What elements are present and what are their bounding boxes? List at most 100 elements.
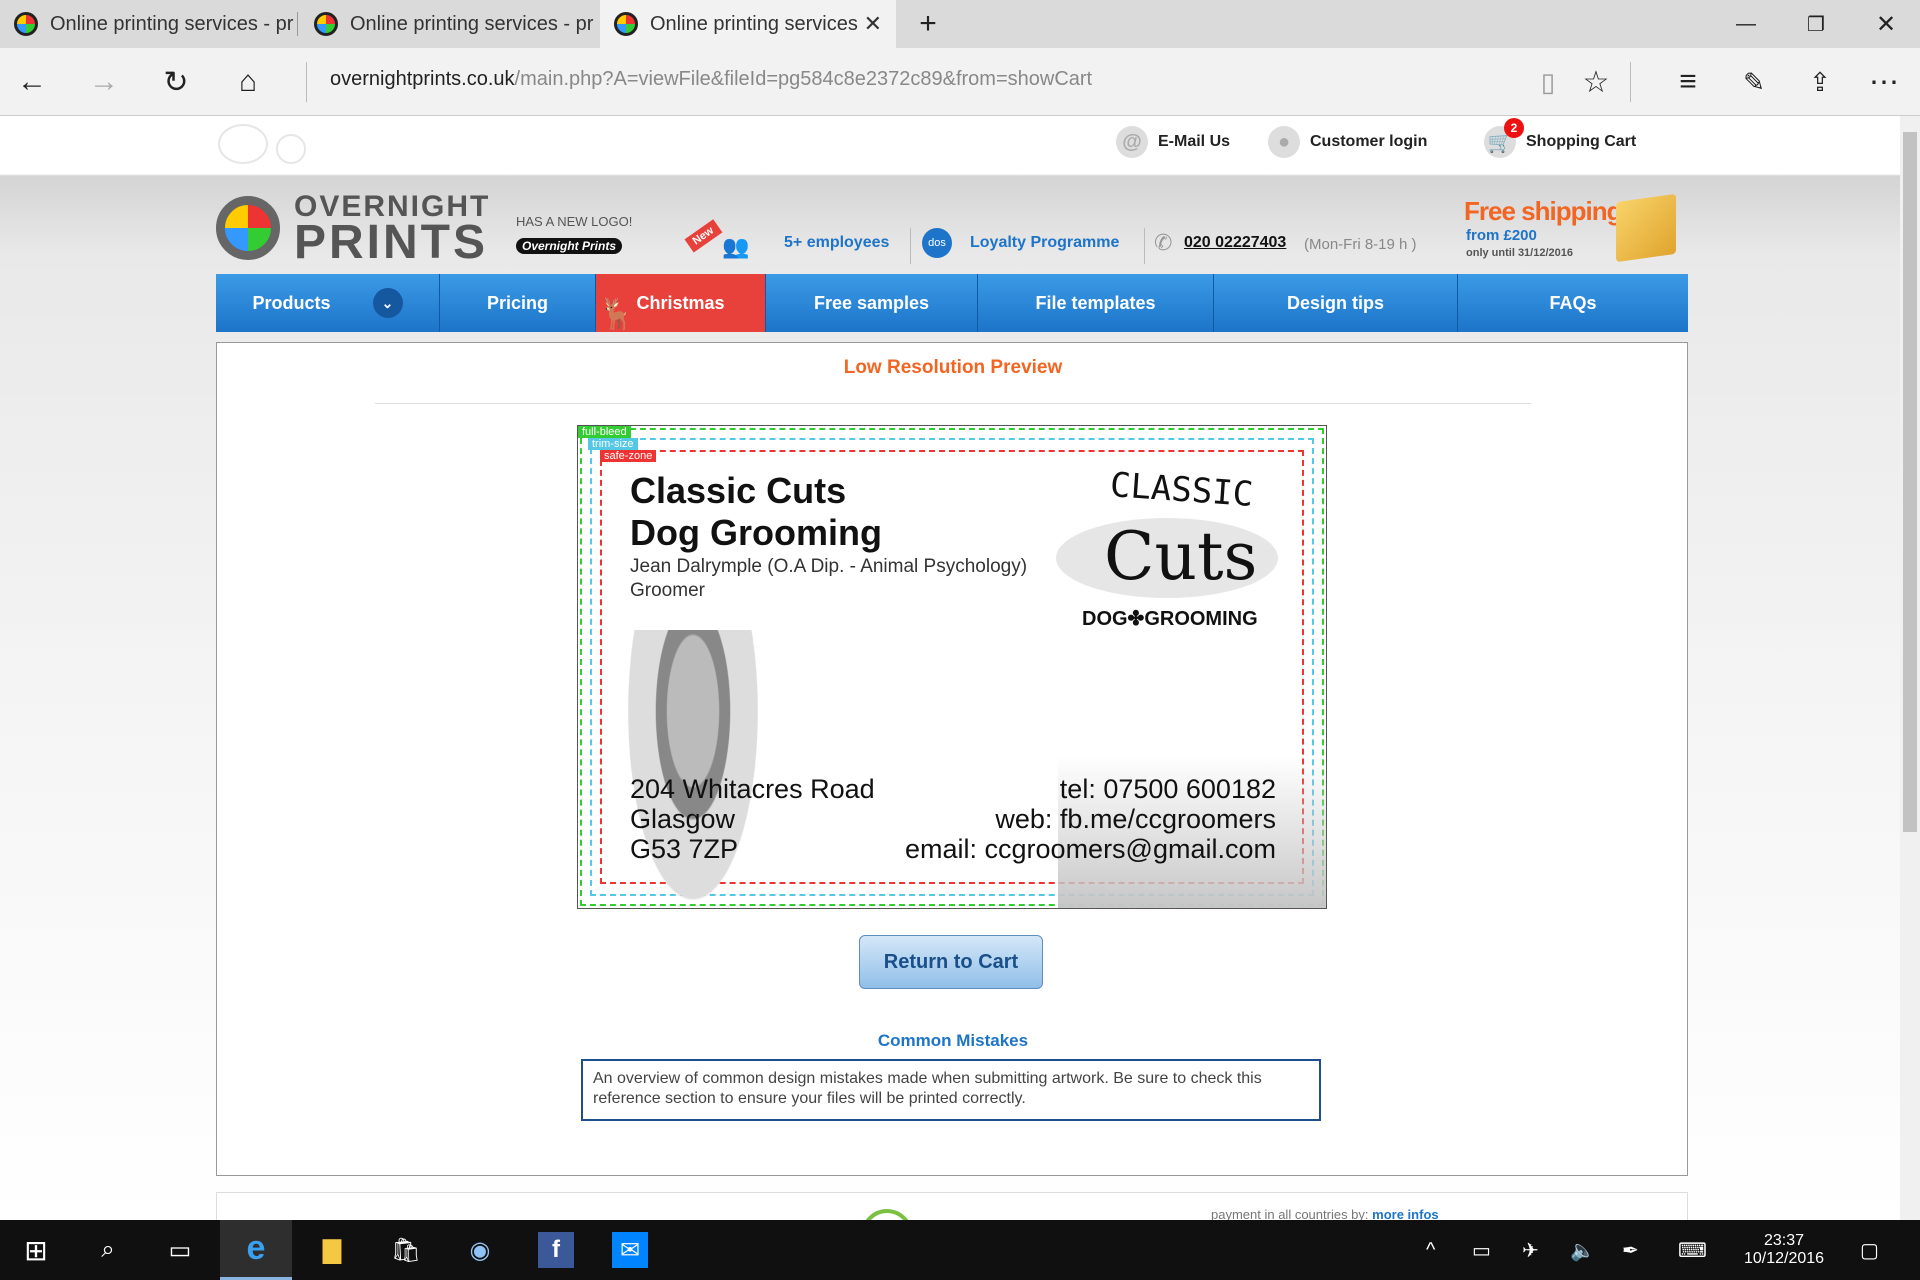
back-icon[interactable]: ← [10, 60, 54, 104]
new-logo-badge: Overnight Prints [516, 238, 623, 254]
card-email: email: ccgroomers@gmail.com [905, 834, 1276, 864]
shopping-cart-link[interactable]: 🛒 2 Shopping Cart [1484, 118, 1636, 158]
employees-link[interactable]: 5+ employees [784, 234, 889, 252]
tab-title: Online printing services - pr [50, 12, 294, 35]
scrollbar-thumb[interactable] [1903, 132, 1917, 832]
business-card-preview: full-bleed trim-size safe-zone Classic C… [577, 425, 1327, 909]
clock[interactable]: 23:37 10/12/2016 [1736, 1220, 1832, 1280]
url-field[interactable]: overnightprints.co.uk/main.php?A=viewFil… [330, 68, 1092, 91]
tab-title: Online printing services - pr [350, 12, 594, 35]
file-explorer-icon[interactable]: ▇ [296, 1220, 368, 1280]
card-title-line2: Dog Grooming [630, 512, 882, 553]
free-shipping-until: only until 31/12/2016 [1466, 247, 1573, 259]
card-title-line1: Classic Cuts [630, 470, 847, 511]
home-icon[interactable]: ⌂ [226, 60, 270, 104]
email-us-link[interactable]: @ E-Mail Us [1116, 126, 1230, 158]
reading-view-icon[interactable]: ▯ [1526, 60, 1570, 104]
refresh-icon[interactable]: ↻ [154, 60, 198, 104]
logo-mark-icon [216, 196, 280, 260]
trim-size-label: trim-size [588, 438, 638, 450]
clock-date: 10/12/2016 [1743, 1250, 1825, 1267]
free-shipping-from: from £200 [1466, 227, 1537, 244]
new-logo-text: HAS A NEW LOGO! [516, 214, 633, 229]
close-window-icon[interactable]: ✕ [1856, 0, 1916, 48]
reindeer-icon: 🦌 [598, 298, 636, 331]
loyalty-icon: dos [922, 228, 952, 258]
task-view-icon[interactable]: ▭ [144, 1220, 216, 1280]
more-icon[interactable]: ⋯ [1862, 60, 1906, 104]
action-center-icon[interactable]: ▢ [1860, 1220, 1879, 1280]
tab-3-active[interactable]: Online printing services ✕ [600, 0, 896, 48]
ornament-icon [218, 124, 268, 164]
card-logo-mid: Cuts [1104, 518, 1258, 595]
keyboard-icon[interactable]: ⌨ [1678, 1220, 1707, 1280]
common-mistakes-link[interactable]: Common Mistakes [217, 1031, 1689, 1051]
vertical-scrollbar[interactable] [1900, 116, 1920, 1220]
close-tab-icon[interactable]: ✕ [864, 11, 882, 37]
main-nav: Products ⌄ Pricing 🦌 Christmas Free samp… [216, 274, 1688, 332]
hub-icon[interactable]: ≡ [1666, 60, 1710, 104]
share-icon[interactable]: ⇪ [1798, 60, 1842, 104]
nav-products[interactable]: Products ⌄ [216, 274, 440, 332]
web-page: @ E-Mail Us ● Customer login 🛒 2 Shoppin… [0, 116, 1900, 1220]
forward-icon[interactable]: → [82, 60, 126, 104]
restore-icon[interactable]: ❐ [1786, 0, 1846, 48]
card-role: Groomer [630, 580, 705, 601]
tab-1[interactable]: Online printing services - pr [0, 0, 298, 48]
divider [375, 403, 1531, 404]
card-address-3: G53 7ZP [630, 834, 739, 864]
clock-time: 23:37 [1763, 1232, 1805, 1249]
nav-design-tips[interactable]: Design tips [1214, 274, 1458, 332]
user-icon: ● [1268, 126, 1300, 158]
store-icon[interactable]: 🛍 [370, 1220, 442, 1280]
loyalty-programme-link[interactable]: Loyalty Programme [970, 234, 1119, 252]
airplane-mode-icon[interactable]: ✈ [1522, 1220, 1539, 1280]
nav-faqs[interactable]: FAQs [1458, 274, 1688, 332]
nav-file-templates[interactable]: File templates [978, 274, 1214, 332]
chevron-down-icon[interactable]: ⌄ [372, 288, 403, 318]
new-badge: New [684, 219, 723, 253]
web-note-icon[interactable]: ✎ [1732, 60, 1776, 104]
cart-icon: 🛒 2 [1484, 118, 1524, 158]
at-icon: @ [1116, 126, 1148, 158]
phone-icon: ✆ [1154, 230, 1173, 255]
windows-start-icon[interactable]: ⊞ [0, 1220, 72, 1280]
card-address-1: 204 Whitacres Road [630, 774, 875, 804]
tab-bar: Online printing services - pr Online pri… [0, 0, 1920, 48]
site-logo[interactable]: OVERNIGHT PRINTS [216, 192, 490, 267]
messenger-icon[interactable]: ✉ [594, 1220, 666, 1280]
card-web: web: fb.me/ccgroomers [995, 804, 1276, 834]
footer-panel: payment in all countries by: more infos [216, 1192, 1688, 1220]
nav-pricing[interactable]: Pricing [440, 274, 596, 332]
volume-icon[interactable]: 🔈 [1570, 1220, 1595, 1280]
seal-icon [861, 1209, 913, 1220]
tray-chevron-icon[interactable]: ^ [1426, 1220, 1435, 1280]
box-icon [1616, 193, 1676, 263]
return-to-cart-button[interactable]: Return to Cart [859, 935, 1043, 989]
nav-christmas[interactable]: 🦌 Christmas [596, 274, 766, 332]
nav-free-samples[interactable]: Free samples [766, 274, 978, 332]
minimize-icon[interactable]: — [1716, 0, 1776, 48]
favorite-star-icon[interactable]: ☆ [1574, 60, 1618, 104]
address-bar: ← → ↻ ⌂ overnightprints.co.uk/main.php?A… [0, 48, 1920, 116]
card-logo-bottom: DOG✤GROOMING [1082, 608, 1258, 630]
tab-2[interactable]: Online printing services - pr [300, 0, 598, 48]
edge-browser-icon[interactable]: e [220, 1220, 292, 1280]
pen-icon[interactable]: ✒ [1622, 1220, 1639, 1280]
phone-number[interactable]: 020 02227403 [1184, 234, 1286, 252]
site-favicon-icon [614, 12, 638, 36]
employees-icon: 👥 [722, 234, 750, 259]
steam-icon[interactable]: ◉ [444, 1220, 516, 1280]
new-tab-icon[interactable]: + [898, 0, 958, 48]
battery-icon[interactable]: ▭ [1472, 1220, 1491, 1280]
cart-count-badge: 2 [1504, 118, 1524, 138]
customer-login-link[interactable]: ● Customer login [1268, 126, 1427, 158]
site-favicon-icon [314, 12, 338, 36]
facebook-icon[interactable]: f [520, 1220, 592, 1280]
search-icon[interactable]: ⌕ [72, 1220, 144, 1280]
safe-zone-label: safe-zone [600, 450, 657, 462]
ornament-icon [276, 134, 306, 164]
taskbar: ⊞ ⌕ ▭ e ▇ 🛍 ◉ f ✉ ^ ▭ ✈ 🔈 ✒ ⌨ 23:37 10/1… [0, 1220, 1920, 1280]
tab-title: Online printing services [650, 12, 858, 35]
common-mistakes-note: An overview of common design mistakes ma… [581, 1059, 1321, 1121]
